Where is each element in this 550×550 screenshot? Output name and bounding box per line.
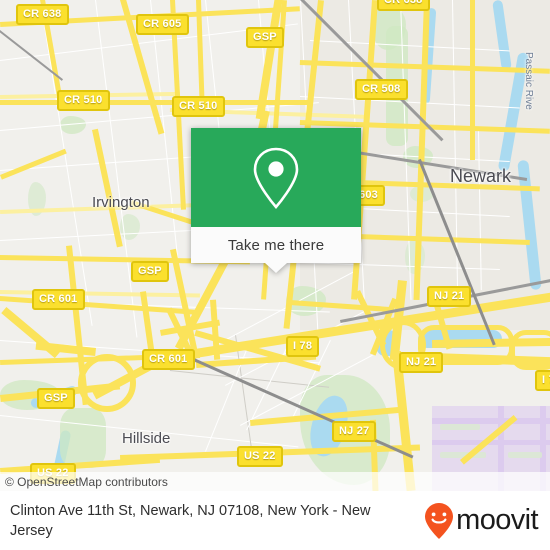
road-shield-gsp-irvington[interactable]: GSP bbox=[131, 261, 169, 282]
airport-green bbox=[508, 452, 542, 458]
highway-ramp-loop bbox=[510, 330, 550, 370]
road-shield-cr638[interactable]: CR 638 bbox=[16, 4, 69, 25]
road-shield-cr508[interactable]: CR 508 bbox=[355, 79, 408, 100]
water-label-passaic-river: Passaic Rive bbox=[523, 52, 534, 110]
map-attribution: © OpenStreetMap contributors bbox=[0, 472, 550, 491]
road-shield-us22-east[interactable]: US 22 bbox=[237, 446, 283, 467]
arterial-road bbox=[470, 0, 475, 160]
road-shield-cr605[interactable]: CR 605 bbox=[136, 14, 189, 35]
moovit-map-screenshot: Newark Irvington Hillside Passaic Rive C… bbox=[0, 0, 550, 550]
road-shield-cr638-top[interactable]: CR 638 bbox=[377, 0, 430, 11]
secondary-road bbox=[0, 290, 200, 298]
highway-gsp bbox=[1, 307, 60, 359]
moovit-pin-icon bbox=[425, 502, 454, 539]
moovit-wordmark: moovit bbox=[456, 504, 538, 536]
map-canvas[interactable]: Newark Irvington Hillside Passaic Rive C… bbox=[0, 0, 550, 491]
road-shield-nj21-south[interactable]: NJ 21 bbox=[399, 352, 444, 373]
road-shield-nj27[interactable]: NJ 27 bbox=[332, 421, 377, 442]
road-shield-cr601-west[interactable]: CR 601 bbox=[32, 289, 85, 310]
road-shield-gsp-north[interactable]: GSP bbox=[246, 27, 284, 48]
osm-attribution-text[interactable]: © OpenStreetMap contributors bbox=[0, 475, 168, 489]
location-callout-card[interactable]: Take me there bbox=[191, 128, 361, 273]
location-title: Clinton Ave 11th St, Newark, NJ 07108, N… bbox=[10, 502, 371, 539]
take-me-there-label: Take me there bbox=[227, 236, 325, 254]
road-shield-gsp-south[interactable]: GSP bbox=[37, 388, 75, 409]
airport-green bbox=[440, 424, 480, 430]
arterial-road bbox=[0, 100, 310, 105]
callout-pointer bbox=[265, 263, 287, 273]
card-pin-area bbox=[191, 128, 361, 227]
take-me-there-button[interactable]: Take me there bbox=[191, 227, 361, 273]
road-shield-i78[interactable]: I 78 bbox=[286, 336, 320, 357]
moovit-brand[interactable]: moovit bbox=[424, 502, 550, 540]
park-area bbox=[60, 408, 106, 468]
road-shield-cr510-west[interactable]: CR 510 bbox=[57, 90, 110, 111]
map-pin-icon bbox=[253, 147, 299, 209]
arterial-road bbox=[0, 148, 67, 180]
road-shield-cr601-south[interactable]: CR 601 bbox=[142, 349, 195, 370]
place-label-newark: Newark bbox=[450, 166, 512, 186]
place-label-hillside: Hillside bbox=[122, 430, 171, 447]
road-shield-nj21-north[interactable]: NJ 21 bbox=[427, 286, 472, 307]
road-shield-i78-east[interactable]: I 7 bbox=[535, 370, 550, 391]
footer-bar: Clinton Ave 11th St, Newark, NJ 07108, N… bbox=[0, 491, 550, 550]
road-shield-cr510-east[interactable]: CR 510 bbox=[172, 96, 225, 117]
place-label-irvington: Irvington bbox=[92, 194, 150, 211]
